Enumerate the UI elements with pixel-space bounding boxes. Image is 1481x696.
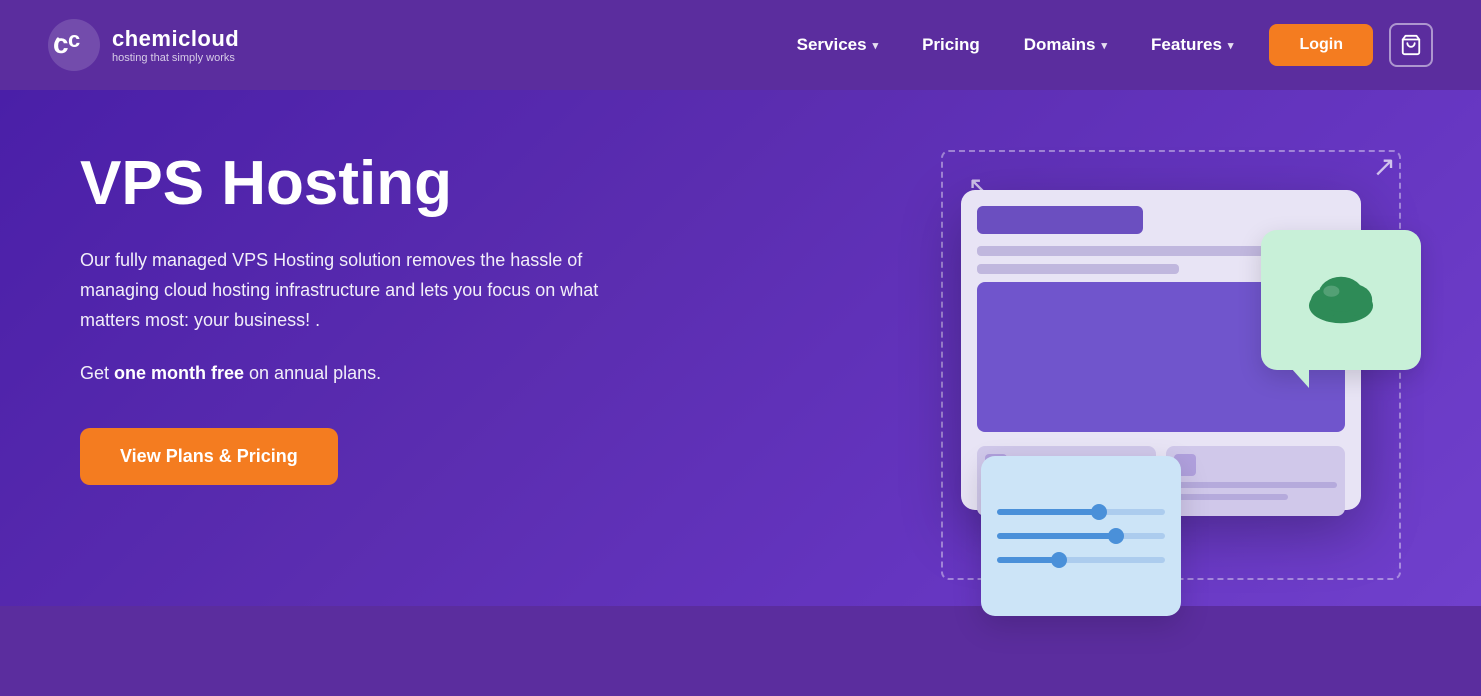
- browser-line-2: [977, 264, 1179, 274]
- hero-title: VPS Hosting: [80, 150, 650, 218]
- logo-text: chemicloud hosting that simply works: [112, 26, 239, 64]
- cloud-icon: [1301, 270, 1381, 330]
- nav-features[interactable]: Features ▾: [1133, 25, 1251, 65]
- cart-button[interactable]: [1389, 23, 1433, 67]
- expand-arrow-right-icon: ↗: [1373, 150, 1396, 183]
- navigation: c c chemicloud hosting that simply works…: [0, 0, 1481, 90]
- slider-thumb-3: [1051, 552, 1067, 568]
- cloud-speech-bubble: [1261, 230, 1421, 370]
- slider-thumb-2: [1108, 528, 1124, 544]
- chevron-down-icon: ▾: [873, 39, 879, 52]
- browser-card-2: [1166, 446, 1345, 516]
- slider-fill-2: [997, 533, 1118, 539]
- slider-track-1: [997, 509, 1165, 515]
- brand-name: chemicloud: [112, 26, 239, 52]
- hero-section: VPS Hosting Our fully managed VPS Hostin…: [0, 90, 1481, 606]
- nav-services[interactable]: Services ▾: [779, 25, 896, 65]
- slider-track-3: [997, 557, 1165, 563]
- card-line-3: [1174, 482, 1337, 488]
- chemicloud-logo-icon: c c: [48, 19, 100, 71]
- nav-domains[interactable]: Domains ▾: [1006, 25, 1125, 65]
- hero-content: VPS Hosting Our fully managed VPS Hostin…: [80, 110, 650, 485]
- nav-pricing[interactable]: Pricing: [904, 25, 998, 65]
- browser-bar: [977, 206, 1143, 234]
- hero-annual-offer: Get one month free on annual plans.: [80, 363, 650, 384]
- slider-fill-1: [997, 509, 1101, 515]
- slider-thumb-1: [1091, 504, 1107, 520]
- card-line-4: [1174, 494, 1288, 500]
- hero-description: Our fully managed VPS Hosting solution r…: [80, 246, 650, 335]
- login-button[interactable]: Login: [1269, 24, 1373, 66]
- cta-button[interactable]: View Plans & Pricing: [80, 428, 338, 485]
- browser-line-1: [977, 246, 1271, 256]
- hero-annual-bold: one month free: [114, 363, 244, 383]
- sliders-panel: [981, 456, 1181, 616]
- cart-icon: [1400, 34, 1422, 56]
- logo-area[interactable]: c c chemicloud hosting that simply works: [48, 19, 239, 71]
- slider-track-2: [997, 533, 1165, 539]
- hero-illustration: ↖ ↗: [721, 90, 1481, 696]
- nav-links: Services ▾ Pricing Domains ▾ Features ▾ …: [779, 23, 1433, 67]
- svg-text:c: c: [68, 27, 80, 52]
- chevron-down-icon-domains: ▾: [1102, 39, 1108, 52]
- brand-tagline: hosting that simply works: [112, 52, 239, 64]
- chevron-down-icon-features: ▾: [1228, 39, 1234, 52]
